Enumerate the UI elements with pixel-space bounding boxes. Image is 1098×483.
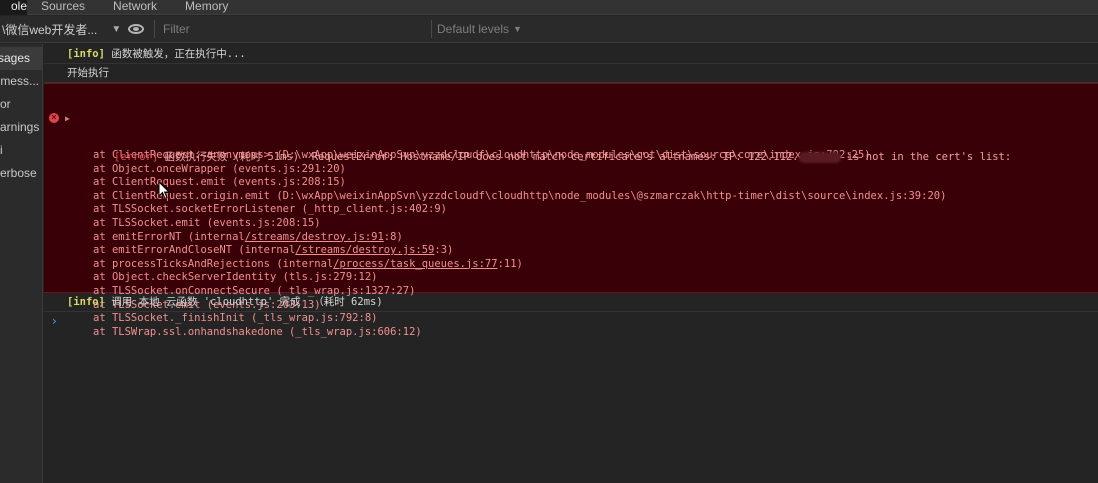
stack-frame: at Object.checkServerIdentity (tls.js:27…	[93, 271, 1098, 285]
console-prompt[interactable]: ›	[44, 312, 1098, 331]
console-toolbar: \微信web开发者... ▼ Default levels ▼	[0, 16, 1098, 43]
stack-frame-text: :8)	[383, 230, 403, 243]
mouse-cursor-icon	[158, 181, 170, 200]
stack-frame: at emitErrorNT (internal/streams/destroy…	[93, 231, 1098, 245]
live-expression-eye-icon[interactable]	[128, 24, 144, 34]
filter-input[interactable]	[160, 19, 430, 39]
redacted-ip	[798, 151, 841, 163]
source-link[interactable]: /streams/destroy.js:59	[295, 244, 434, 256]
stack-frame-text: at ClientRequest.origin.emit (D:\wxApp\w…	[93, 189, 947, 202]
stack-frame-text: at ClientRequest.emit (events.js:208:15)	[93, 176, 346, 189]
sidebar-item-messages[interactable]: ssages	[0, 47, 42, 70]
message-text: 开始执行	[67, 67, 109, 79]
source-link[interactable]: /streams/destroy.js:91	[245, 231, 384, 243]
sidebar-item-user-messages[interactable]: r mess...	[0, 70, 42, 93]
info-tag: [info]	[67, 48, 105, 60]
tab-console[interactable]: ole	[0, 0, 27, 15]
stack-frame-text: at processTicksAndRejections (internal	[93, 257, 334, 270]
console-message-info: [info] 函数被触发，正在执行中...	[44, 45, 1098, 64]
stack-frame: at TLSSocket.socketErrorListener (_http_…	[93, 203, 1098, 217]
log-levels-label: Default levels	[437, 22, 510, 36]
stack-frame-text: at Object.onceWrapper (events.js:291:20)	[93, 162, 346, 175]
expand-triangle-icon[interactable]: ▶	[65, 112, 70, 125]
chevron-down-icon: ▼	[513, 24, 522, 34]
toolbar-divider	[431, 20, 432, 38]
console-message-log: 开始执行	[44, 64, 1098, 83]
stack-frame-text: at emitErrorAndCloseNT (internal	[93, 244, 296, 257]
sidebar-item-verbose[interactable]: erbose	[0, 162, 42, 185]
log-levels-dropdown[interactable]: Default levels ▼	[437, 22, 522, 36]
stack-frame-text: :11)	[497, 257, 523, 270]
info-tag: [info]	[67, 296, 105, 308]
sidebar-item-warnings[interactable]: arnings	[0, 116, 42, 139]
devtools-tab-bar: ole Sources Network Memory	[0, 0, 1098, 15]
tab-memory[interactable]: Memory	[171, 0, 242, 15]
message-text: 调用 本地 云函数 'cloudhttp' 完成 （耗时 62ms)	[104, 296, 383, 308]
stack-frame-text: at TLSSocket.emit (events.js:208:15)	[93, 216, 321, 229]
context-selector[interactable]: \微信web开发者... ▼	[0, 16, 120, 43]
error-text-tail: is not in the cert's list:	[840, 151, 1012, 163]
tab-sources[interactable]: Sources	[27, 0, 99, 15]
tab-network[interactable]: Network	[99, 0, 171, 15]
stack-frame: at ClientRequest.emit (events.js:208:15)	[93, 176, 1098, 190]
prompt-chevron-icon: ›	[52, 314, 57, 328]
stack-frame: at processTicksAndRejections (internal/p…	[93, 258, 1098, 272]
sidebar-item-errors[interactable]: or	[0, 93, 42, 116]
console-message-info: [info] 调用 本地 云函数 'cloudhttp' 完成 （耗时 62ms…	[44, 293, 1098, 312]
stack-frame: at TLSSocket.emit (events.js:208:15)	[93, 217, 1098, 231]
toolbar-divider	[154, 20, 155, 38]
message-text: 函数被触发，正在执行中...	[104, 48, 246, 60]
error-text: 函数执行失败 (耗时 51ms) RequestError: Hostname/…	[158, 151, 799, 163]
console-sidebar: ssages r mess... or arnings i erbose	[0, 44, 43, 483]
stack-frame-text: at Object.checkServerIdentity (tls.js:27…	[93, 271, 378, 284]
stack-frame-text: at TLSSocket.socketErrorListener (_http_…	[93, 203, 448, 216]
stack-frame: at Object.onceWrapper (events.js:291:20)	[93, 163, 1098, 177]
context-label: \微信web开发者...	[2, 22, 98, 37]
console-message-error: ✕ ▶ [error] 函数执行失败 (耗时 51ms) RequestErro…	[44, 83, 1098, 338]
stack-frame: at ClientRequest.origin.emit (D:\wxApp\w…	[93, 190, 1098, 204]
stack-frame: at emitErrorAndCloseNT (internal/streams…	[93, 244, 1098, 258]
source-link[interactable]: /process/task_queues.js:77	[333, 258, 497, 270]
stack-frame-text: :3)	[434, 244, 454, 257]
error-tag: [error]	[113, 151, 159, 163]
stack-frame-text: at emitErrorNT (internal	[93, 230, 245, 243]
chevron-down-icon: ▼	[111, 23, 120, 35]
error-icon: ✕	[49, 113, 59, 123]
error-header[interactable]: ✕ ▶ [error] 函数执行失败 (耗时 51ms) RequestErro…	[49, 112, 1098, 163]
sidebar-item-info[interactable]: i	[0, 139, 42, 162]
console-messages: [info] 函数被触发，正在执行中... 开始执行 ✕ ▶ [error] 函…	[44, 44, 1098, 483]
